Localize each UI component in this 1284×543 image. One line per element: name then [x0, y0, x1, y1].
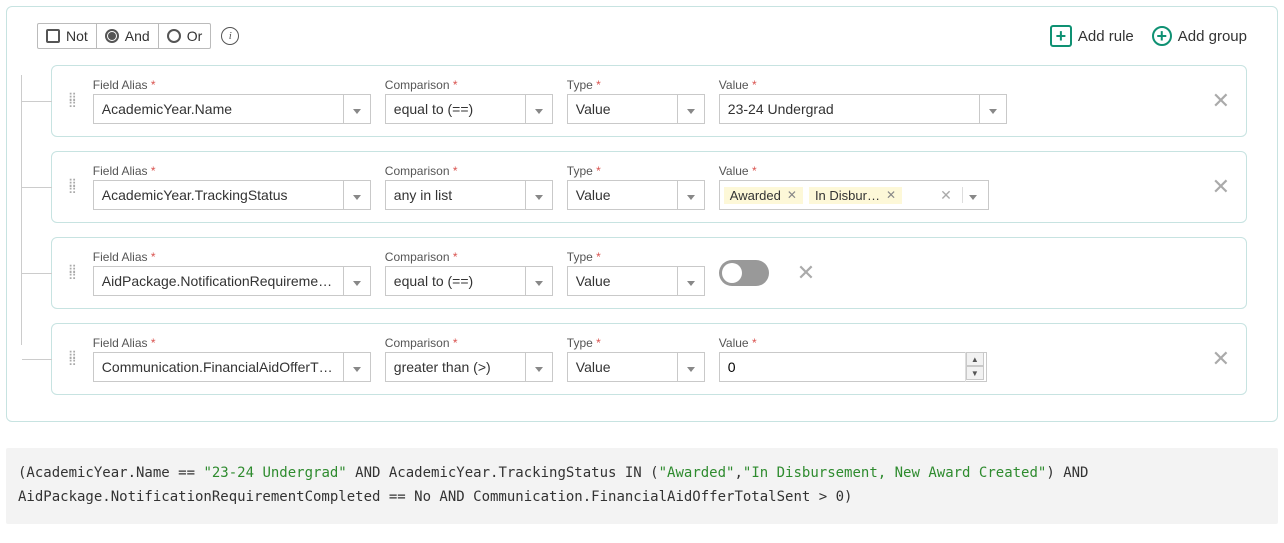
- info-icon[interactable]: i: [221, 27, 239, 45]
- and-radio[interactable]: And: [97, 24, 159, 48]
- dropdown-caret-icon[interactable]: [677, 266, 705, 296]
- value-number-input[interactable]: [719, 352, 987, 382]
- clear-value-button[interactable]: ✕: [797, 260, 815, 286]
- header-actions: + Add rule + Add group: [1050, 25, 1247, 47]
- comparison-label: Comparison: [385, 336, 450, 350]
- comparison-label: Comparison: [385, 250, 450, 264]
- type-label: Type: [567, 164, 593, 178]
- and-label: And: [125, 28, 150, 44]
- add-group-label: Add group: [1178, 28, 1247, 45]
- builder-header: Not And Or i + Add rule + Add group: [37, 23, 1247, 49]
- value-toggle[interactable]: [719, 260, 769, 286]
- dropdown-caret-icon[interactable]: [677, 94, 705, 124]
- comparison-label: Comparison: [385, 78, 450, 92]
- clear-all-icon[interactable]: ✕: [936, 187, 956, 204]
- expression-preview: (AcademicYear.Name == "23-24 Undergrad" …: [6, 448, 1278, 524]
- toggle-knob-icon: [722, 263, 742, 283]
- comparison-label: Comparison: [385, 164, 450, 178]
- type-select[interactable]: Value: [567, 352, 677, 382]
- rule-row: ⠿⠿ Field Alias * Communication.Financial…: [51, 323, 1247, 395]
- plus-circle-icon: +: [1152, 26, 1172, 46]
- value-multiselect[interactable]: Awarded ✕ In Disbur… ✕ ✕: [719, 180, 989, 210]
- or-radio[interactable]: Or: [159, 24, 211, 48]
- drag-handle-icon[interactable]: ⠿⠿: [68, 267, 79, 279]
- value-label: Value: [719, 78, 749, 92]
- comparison-select[interactable]: greater than (>): [385, 352, 525, 382]
- field-alias-select[interactable]: AcademicYear.TrackingStatus: [93, 180, 343, 210]
- dropdown-caret-icon[interactable]: [525, 180, 553, 210]
- drag-handle-icon[interactable]: ⠿⠿: [68, 181, 79, 193]
- drag-handle-icon[interactable]: ⠿⠿: [68, 353, 79, 365]
- delete-rule-button[interactable]: ✕: [1212, 346, 1230, 372]
- field-alias-select[interactable]: AcademicYear.Name: [93, 94, 343, 124]
- type-label: Type: [567, 250, 593, 264]
- field-alias-label: Field Alias: [93, 78, 148, 92]
- not-toggle[interactable]: Not: [38, 24, 97, 48]
- rule-row: ⠿⠿ Field Alias * AidPackage.Notification…: [51, 237, 1247, 309]
- dropdown-caret-icon[interactable]: [525, 94, 553, 124]
- drag-handle-icon[interactable]: ⠿⠿: [68, 95, 79, 107]
- type-select[interactable]: Value: [567, 94, 677, 124]
- dropdown-caret-icon[interactable]: [343, 180, 371, 210]
- or-label: Or: [187, 28, 203, 44]
- type-label: Type: [567, 336, 593, 350]
- dropdown-caret-icon[interactable]: [343, 266, 371, 296]
- field-alias-label: Field Alias: [93, 164, 148, 178]
- checkbox-icon: [46, 29, 60, 43]
- type-select[interactable]: Value: [567, 266, 677, 296]
- field-alias-select[interactable]: AidPackage.NotificationRequireme…: [93, 266, 343, 296]
- chip-remove-icon[interactable]: ✕: [886, 188, 896, 202]
- spinner-up-button[interactable]: ▲: [966, 352, 984, 366]
- rule-row: ⠿⠿ Field Alias * AcademicYear.TrackingSt…: [51, 151, 1247, 223]
- radio-unselected-icon: [167, 29, 181, 43]
- delete-rule-button[interactable]: ✕: [1212, 174, 1230, 200]
- chip-label: In Disbur…: [815, 188, 880, 203]
- add-group-button[interactable]: + Add group: [1152, 26, 1247, 46]
- value-select[interactable]: 23-24 Undergrad: [719, 94, 979, 124]
- dropdown-caret-icon[interactable]: [525, 266, 553, 296]
- dropdown-caret-icon[interactable]: [979, 94, 1007, 124]
- rule-row: ⠿⠿ Field Alias * AcademicYear.Name Compa…: [51, 65, 1247, 137]
- add-rule-label: Add rule: [1078, 28, 1134, 45]
- dropdown-caret-icon[interactable]: [343, 94, 371, 124]
- field-alias-label: Field Alias: [93, 336, 148, 350]
- rule-builder: Not And Or i + Add rule + Add group: [6, 6, 1278, 422]
- field-alias-label: Field Alias: [93, 250, 148, 264]
- chip: Awarded ✕: [724, 187, 803, 204]
- plus-square-icon: +: [1050, 25, 1072, 47]
- rules-container: ⠿⠿ Field Alias * AcademicYear.Name Compa…: [21, 65, 1247, 395]
- radio-selected-icon: [105, 29, 119, 43]
- field-alias-select[interactable]: Communication.FinancialAidOfferT…: [93, 352, 343, 382]
- logic-operator-group: Not And Or: [37, 23, 211, 49]
- chip: In Disbur… ✕: [809, 187, 902, 204]
- dropdown-caret-icon[interactable]: [677, 352, 705, 382]
- number-spinner: ▲ ▼: [965, 352, 984, 382]
- type-label: Type: [567, 78, 593, 92]
- delete-rule-button[interactable]: ✕: [1212, 88, 1230, 114]
- dropdown-caret-icon[interactable]: [525, 352, 553, 382]
- not-label: Not: [66, 28, 88, 44]
- comparison-select[interactable]: equal to (==): [385, 94, 525, 124]
- chip-remove-icon[interactable]: ✕: [787, 188, 797, 202]
- value-label: Value: [719, 164, 749, 178]
- dropdown-caret-icon[interactable]: [343, 352, 371, 382]
- add-rule-button[interactable]: + Add rule: [1050, 25, 1134, 47]
- value-label: Value: [719, 336, 749, 350]
- comparison-select[interactable]: any in list: [385, 180, 525, 210]
- dropdown-caret-icon[interactable]: [962, 187, 984, 203]
- comparison-select[interactable]: equal to (==): [385, 266, 525, 296]
- dropdown-caret-icon[interactable]: [677, 180, 705, 210]
- spinner-down-button[interactable]: ▼: [966, 366, 984, 380]
- chip-label: Awarded: [730, 188, 781, 203]
- type-select[interactable]: Value: [567, 180, 677, 210]
